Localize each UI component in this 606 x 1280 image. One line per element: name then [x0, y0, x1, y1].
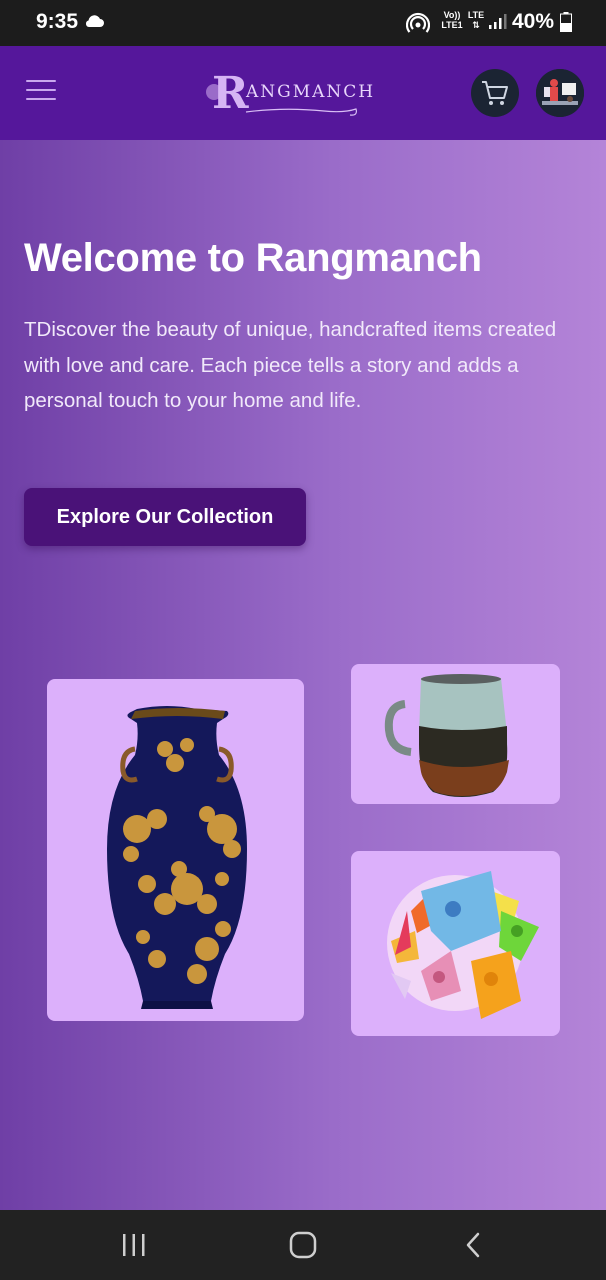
battery-level: 40% [512, 10, 555, 33]
cart-button[interactable] [471, 69, 519, 117]
logo-swash [245, 108, 357, 116]
lte-label: LTE [467, 10, 485, 20]
paper-flower-card[interactable] [351, 851, 560, 1036]
data-arrows-icon: ⇅ [472, 20, 480, 30]
home-icon [289, 1231, 317, 1259]
lte-indicator: LTE ⇅ [466, 10, 486, 30]
volte-bottom: LTE1 [441, 20, 463, 30]
app-header: R ANGMANCH [0, 46, 606, 140]
vase-image [107, 706, 247, 1009]
recents-button[interactable] [114, 1228, 154, 1262]
recents-icon [123, 1234, 145, 1256]
battery-icon [560, 12, 572, 32]
back-icon [466, 1232, 480, 1258]
volte-top: Vo)) [443, 10, 461, 20]
avatar-image [536, 69, 584, 117]
logo[interactable]: R ANGMANCH [204, 68, 404, 120]
mug-image [384, 674, 509, 797]
cloud-icon [85, 15, 104, 27]
avatar[interactable] [536, 69, 584, 117]
hotspot-icon [406, 12, 430, 33]
system-nav-bar [0, 1210, 606, 1280]
status-bar: 9:35 Vo)) LTE1 LTE ⇅ 40% [0, 0, 606, 46]
menu-icon[interactable] [26, 80, 56, 102]
hero-section: Welcome to Rangmanch TDiscover the beaut… [0, 140, 606, 1210]
hero-description: TDiscover the beauty of unique, handcraf… [24, 318, 557, 412]
volte-indicator: Vo)) LTE1 [440, 10, 464, 30]
hero-title: Welcome to Rangmanch [24, 236, 482, 280]
home-button[interactable] [283, 1228, 323, 1262]
status-time: 9:35 [36, 10, 79, 33]
back-button[interactable] [453, 1228, 493, 1262]
logo-text: ANGMANCH [246, 82, 376, 102]
vase-card[interactable] [47, 679, 304, 1021]
explore-collection-button[interactable]: Explore Our Collection [24, 488, 306, 546]
signal-icon [489, 14, 507, 29]
cart-icon [482, 81, 508, 105]
mug-card[interactable] [351, 664, 560, 804]
paper-flower-image [387, 871, 539, 1019]
